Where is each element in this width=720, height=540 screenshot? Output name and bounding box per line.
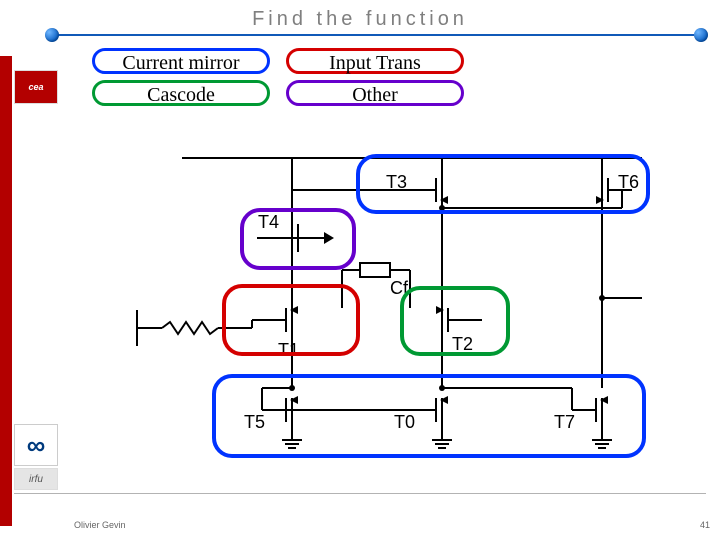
footer-rule: [14, 493, 706, 494]
footer-author: Olivier Gevin: [74, 520, 126, 530]
page-number: 41: [700, 520, 710, 530]
rule-dot-left: [45, 28, 59, 42]
legend-other: Other: [286, 80, 464, 106]
circuit-diagram: T3 T6 T4 Cf T1 T2 T5 T0 T7: [122, 148, 662, 478]
label-T6: T6: [618, 172, 639, 192]
rule-dot-right: [694, 28, 708, 42]
label-T5: T5: [244, 412, 265, 432]
slide-title: Find the function: [0, 8, 720, 31]
label-T0: T0: [394, 412, 415, 432]
logo-irfu: irfu: [14, 468, 58, 490]
label-T1: T1: [278, 340, 299, 360]
label-T7: T7: [554, 412, 575, 432]
label-T4: T4: [258, 212, 279, 232]
label-T2: T2: [452, 334, 473, 354]
legend-cascode: Cascode: [92, 80, 270, 106]
legend-current-mirror: Current mirror: [92, 48, 270, 74]
sidebar-accent: [0, 56, 12, 526]
logo-cea: cea: [14, 70, 58, 104]
title-rule: [54, 34, 694, 36]
legend-input-trans: Input Trans: [286, 48, 464, 74]
label-T3: T3: [386, 172, 407, 192]
logo-infinity: ∞: [14, 424, 58, 466]
